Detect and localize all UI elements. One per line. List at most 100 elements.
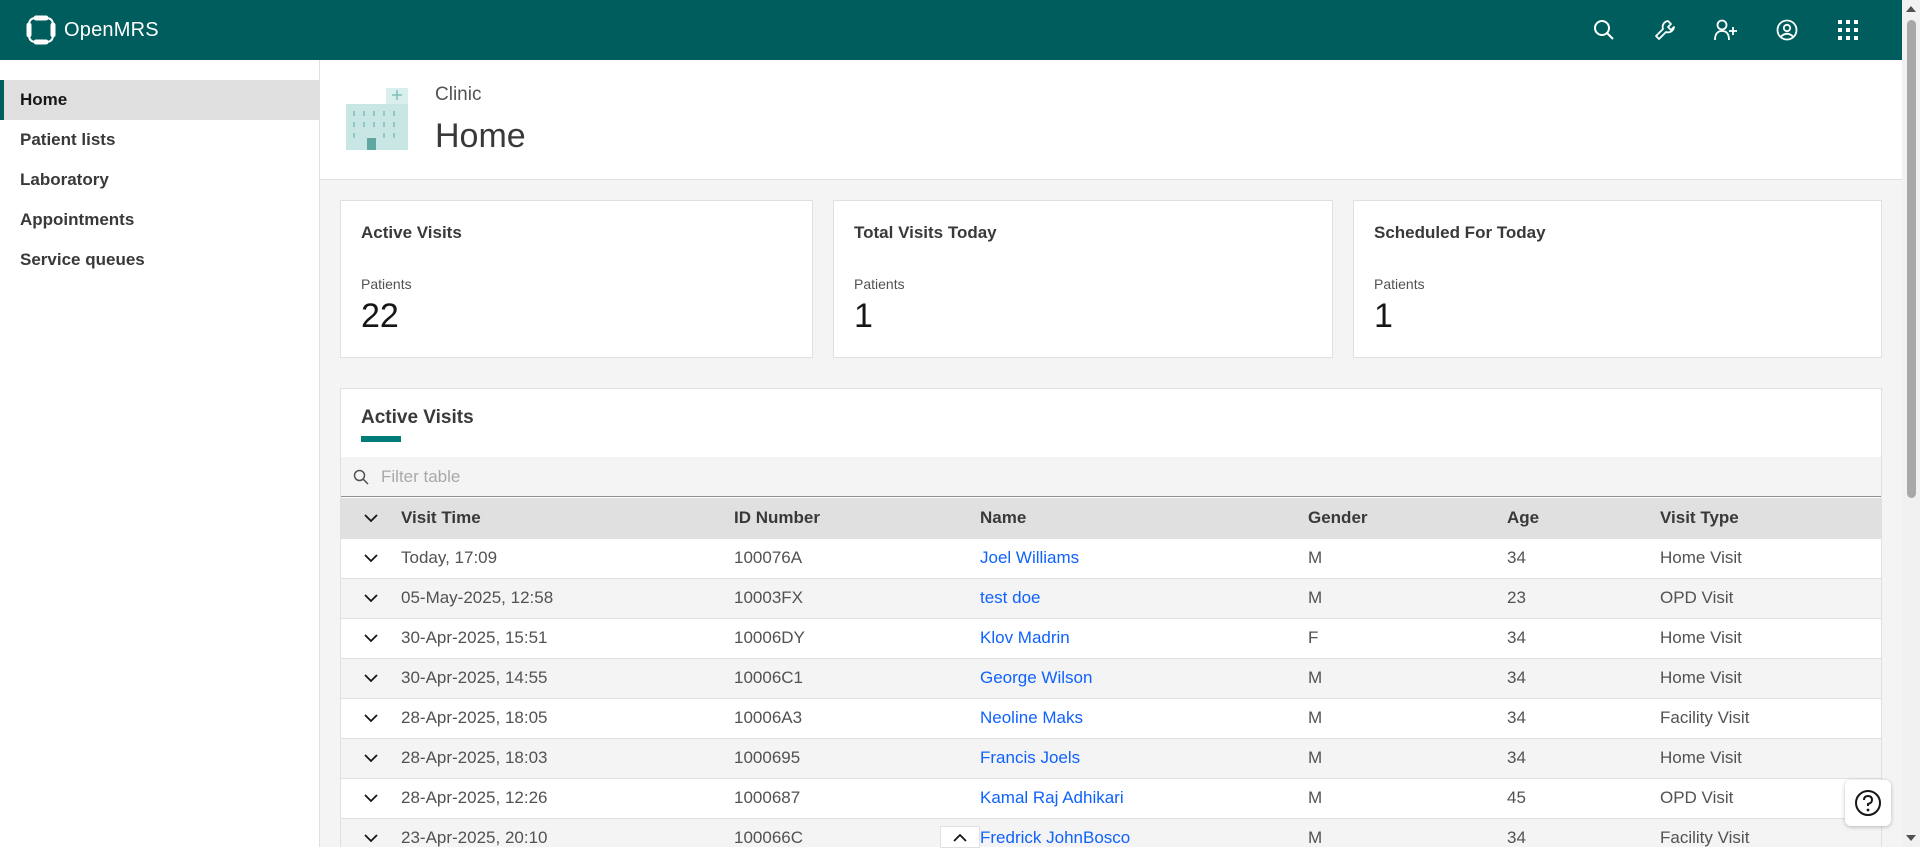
page-scrollbar[interactable] xyxy=(1902,0,1920,847)
tile-title: Scheduled For Today xyxy=(1374,223,1546,242)
table-row[interactable]: 23-Apr-2025, 20:10 100066C Fredrick JohnBo… xyxy=(341,817,1881,847)
name-cell: Kamal Raj Adhikari xyxy=(980,777,1308,818)
patient-name-link[interactable]: Joel Williams xyxy=(980,548,1079,567)
patient-name-link[interactable]: Neoline Maks xyxy=(980,708,1083,727)
column-header-age[interactable]: Age xyxy=(1507,498,1660,538)
visit-type-cell: Home Visit xyxy=(1660,537,1881,578)
scroll-to-top-button[interactable] xyxy=(940,826,980,848)
row-expand-toggle[interactable] xyxy=(341,577,401,618)
tile-label: Patients xyxy=(1374,276,1425,292)
row-expand-toggle[interactable] xyxy=(341,617,401,658)
name-cell: Fredrick JohnBosco xyxy=(980,817,1308,847)
column-header-visit-type[interactable]: Visit Type xyxy=(1660,498,1881,538)
system-admin-button[interactable] xyxy=(1634,0,1695,60)
search-icon xyxy=(353,469,369,485)
title-underline xyxy=(361,436,401,442)
tile-title: Total Visits Today xyxy=(854,223,997,242)
name-cell: Neoline Maks xyxy=(980,697,1308,738)
age-cell: 23 xyxy=(1507,577,1660,618)
column-header-visit-time[interactable]: Visit Time xyxy=(401,498,734,538)
gender-cell: M xyxy=(1308,537,1507,578)
main-content: Clinic Home Active Visits Patients 22 To… xyxy=(320,60,1902,847)
table-row[interactable]: 28-Apr-2025, 18:05 10006A3 Neoline Maks M 34… xyxy=(341,697,1881,738)
table-row[interactable]: 28-Apr-2025, 18:03 1000695 Francis Joels M 3… xyxy=(341,737,1881,778)
age-cell: 34 xyxy=(1507,657,1660,698)
active-visits-title: Active Visits xyxy=(361,407,474,428)
openmrs-logo[interactable]: OpenMRS xyxy=(26,15,159,45)
table-row[interactable]: 05-May-2025, 12:58 10003FX test doe M 23 OPD … xyxy=(341,577,1881,618)
chevron-down-icon xyxy=(364,754,378,763)
id-number-cell: 10006DY xyxy=(734,617,980,658)
visit-type-cell: Facility Visit xyxy=(1660,697,1881,738)
visit-time-cell: 23-Apr-2025, 20:10 xyxy=(401,817,734,847)
name-cell: Joel Williams xyxy=(980,537,1308,578)
row-expand-toggle[interactable] xyxy=(341,817,401,847)
table-row[interactable]: Today, 17:09 100076A Joel Williams M 34 Home … xyxy=(341,537,1881,578)
name-cell: Klov Madrin xyxy=(980,617,1308,658)
table-row[interactable]: 30-Apr-2025, 15:51 10006DY Klov Madrin F 34 H… xyxy=(341,617,1881,658)
row-expand-toggle[interactable] xyxy=(341,737,401,778)
patient-name-link[interactable]: Klov Madrin xyxy=(980,628,1070,647)
table-header-row: Visit Time ID Number Name Gender Age Vis… xyxy=(341,498,1881,538)
tile-label: Patients xyxy=(854,276,905,292)
scrollbar-thumb[interactable] xyxy=(1907,20,1916,498)
search-button[interactable] xyxy=(1573,0,1634,60)
filter-table-input[interactable] xyxy=(381,466,981,487)
table-row[interactable]: 30-Apr-2025, 14:55 10006C1 George Wilson M 3… xyxy=(341,657,1881,698)
add-patient-button[interactable] xyxy=(1695,0,1756,60)
name-cell: test doe xyxy=(980,577,1308,618)
column-header-gender[interactable]: Gender xyxy=(1308,498,1507,538)
active-visits-table: Visit Time ID Number Name Gender Age Vis… xyxy=(341,498,1881,847)
gender-cell: F xyxy=(1308,617,1507,658)
patient-name-link[interactable]: Kamal Raj Adhikari xyxy=(980,788,1124,807)
tile-value: 1 xyxy=(854,297,873,335)
tile-total-visits-today: Total Visits Today Patients 1 xyxy=(833,200,1333,358)
visit-time-cell: 30-Apr-2025, 15:51 xyxy=(401,617,734,658)
chevron-down-icon xyxy=(364,794,378,803)
add-patient-icon xyxy=(1713,19,1737,41)
openmrs-logo-icon xyxy=(26,15,56,45)
search-icon xyxy=(1593,20,1614,40)
sidebar-item-laboratory[interactable]: Laboratory xyxy=(0,160,319,200)
age-cell: 34 xyxy=(1507,737,1660,778)
top-navigation-bar: OpenMRS xyxy=(0,0,1920,60)
id-number-cell: 10006A3 xyxy=(734,697,980,738)
chevron-down-icon xyxy=(364,714,378,723)
user-menu-button[interactable] xyxy=(1756,0,1817,60)
chevron-down-icon xyxy=(364,674,378,683)
visit-type-cell: OPD Visit xyxy=(1660,577,1881,618)
patient-name-link[interactable]: Fredrick JohnBosco xyxy=(980,828,1130,847)
id-number-cell: 10003FX xyxy=(734,577,980,618)
patient-name-link[interactable]: Francis Joels xyxy=(980,748,1080,767)
sidebar-item-service-queues[interactable]: Service queues xyxy=(0,240,319,280)
active-visits-panel: Active Visits Visit Time ID Number Name … xyxy=(340,388,1882,847)
sidebar-item-home[interactable]: Home xyxy=(0,80,319,120)
row-expand-toggle[interactable] xyxy=(341,697,401,738)
row-expand-toggle[interactable] xyxy=(341,657,401,698)
sidebar-item-appointments[interactable]: Appointments xyxy=(0,200,319,240)
scroll-up-arrow[interactable] xyxy=(1906,6,1916,12)
brand-name: OpenMRS xyxy=(64,18,159,41)
table-row[interactable]: 28-Apr-2025, 12:26 1000687 Kamal Raj Adhik… xyxy=(341,777,1881,818)
sidebar-item-patient-lists[interactable]: Patient lists xyxy=(0,120,319,160)
column-header-id-number[interactable]: ID Number xyxy=(734,498,980,538)
name-cell: Francis Joels xyxy=(980,737,1308,778)
row-expand-toggle[interactable] xyxy=(341,777,401,818)
age-cell: 34 xyxy=(1507,697,1660,738)
chevron-down-icon xyxy=(364,834,378,843)
chevron-up-icon xyxy=(953,833,967,842)
sidebar-nav: Home Patient lists Laboratory Appointmen… xyxy=(0,80,319,280)
row-expand-toggle[interactable] xyxy=(341,537,401,578)
patient-name-link[interactable]: test doe xyxy=(980,588,1041,607)
expand-all-toggle[interactable] xyxy=(341,498,401,538)
column-header-name[interactable]: Name xyxy=(980,498,1308,538)
chevron-down-icon xyxy=(364,594,378,603)
app-switcher-button[interactable] xyxy=(1817,0,1878,60)
gender-cell: M xyxy=(1308,737,1507,778)
scroll-down-arrow[interactable] xyxy=(1906,835,1916,841)
patient-name-link[interactable]: George Wilson xyxy=(980,668,1092,687)
id-number-cell: 10006C1 xyxy=(734,657,980,698)
chevron-down-icon xyxy=(364,634,378,643)
app-switcher-icon xyxy=(1837,20,1858,40)
help-button[interactable] xyxy=(1845,780,1891,826)
